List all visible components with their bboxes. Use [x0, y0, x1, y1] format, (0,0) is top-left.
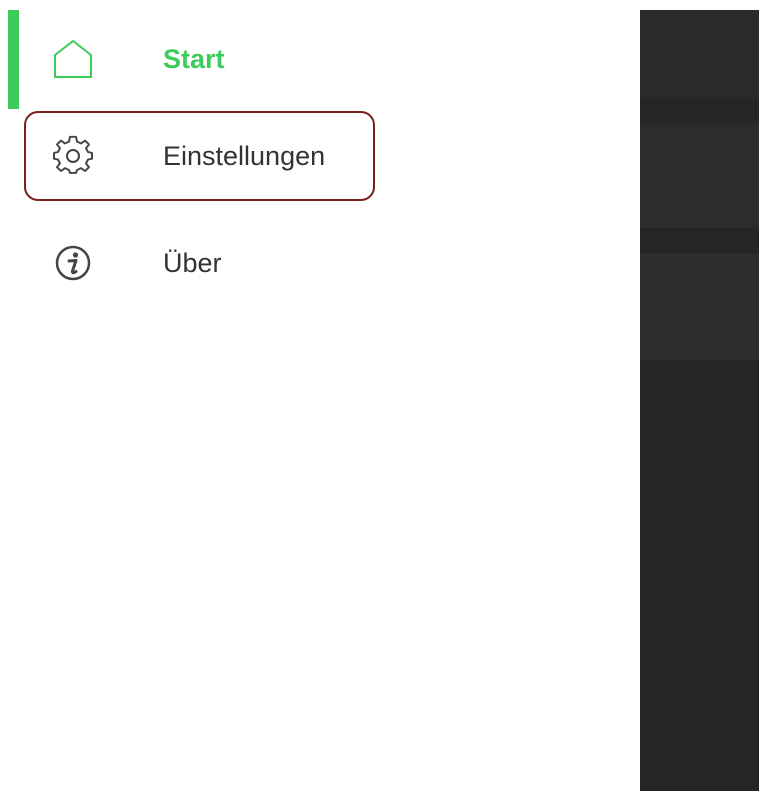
nav-item-label: Start: [163, 44, 225, 74]
nav-item-label: Einstellungen: [163, 141, 326, 171]
content-band: [640, 98, 759, 124]
dimmed-content-overlay[interactable]: [640, 10, 759, 791]
gear-icon: [52, 135, 94, 177]
nav-item-settings[interactable]: Einstellungen: [24, 111, 375, 201]
home-icon: [52, 38, 94, 80]
nav-item-start[interactable]: Start: [24, 14, 375, 104]
info-icon: [52, 242, 94, 284]
content-band: [640, 254, 759, 360]
content-band: [640, 360, 759, 791]
active-item-indicator: [8, 10, 19, 109]
content-band: [640, 228, 759, 254]
nav-item-label: Über: [163, 248, 222, 278]
content-band: [640, 124, 759, 228]
nav-item-about[interactable]: Über: [24, 218, 375, 308]
navigation-drawer: Start Einstellungen Über: [0, 0, 640, 791]
